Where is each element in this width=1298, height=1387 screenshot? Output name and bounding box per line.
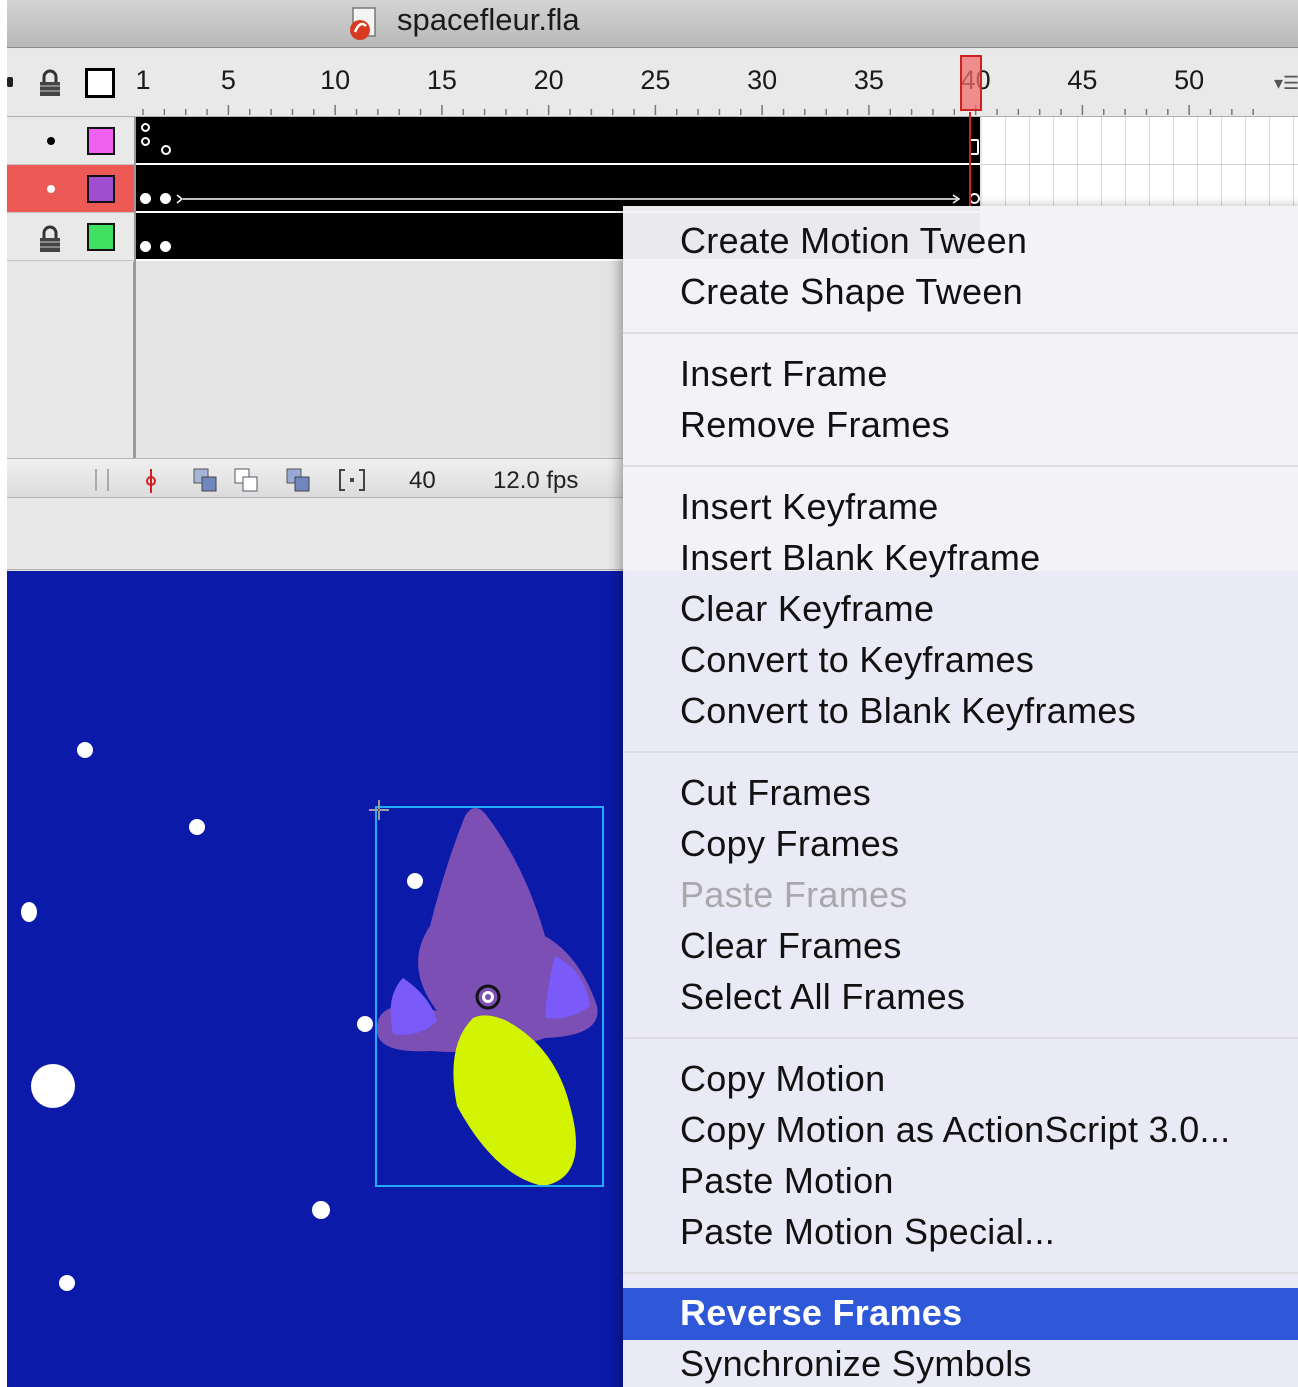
onion-skin-icon[interactable] (192, 467, 220, 493)
menu-item-reverse-frames[interactable]: Reverse Frames (680, 1292, 962, 1334)
menu-item-select-all-frames[interactable]: Select All Frames (680, 976, 965, 1018)
visibility-dot[interactable] (47, 137, 55, 145)
playhead[interactable] (960, 55, 982, 111)
menu-item-copy-motion-as-actionscript[interactable]: Copy Motion as ActionScript 3.0... (680, 1109, 1230, 1151)
timeline-ruler[interactable]: 15101520253035404550 ▾☰ (7, 49, 1298, 117)
menu-item-cut-frames[interactable]: Cut Frames (680, 772, 871, 814)
edit-multiple-frames-icon[interactable] (285, 467, 313, 493)
star (59, 1275, 75, 1291)
menu-item-remove-frames[interactable]: Remove Frames (680, 404, 950, 446)
menu-separator (623, 465, 1298, 467)
layer-outline-swatch[interactable] (87, 175, 115, 203)
keyframe-marker[interactable] (141, 137, 150, 146)
star (31, 1064, 75, 1108)
menu-item-paste-frames: Paste Frames (680, 874, 908, 915)
keyframe-marker[interactable] (160, 193, 171, 204)
star (357, 1016, 373, 1032)
resize-grip[interactable] (95, 469, 109, 491)
menu-separator (623, 751, 1298, 753)
ruler-frame-number: 25 (640, 65, 671, 95)
layer-outline-swatch[interactable] (87, 223, 115, 251)
star (77, 742, 93, 758)
menu-item-synchronize-symbols[interactable]: Synchronize Symbols (680, 1343, 1032, 1385)
ruler-frame-number: 30 (747, 65, 778, 95)
ruler-ticks (142, 105, 1254, 115)
menu-separator (623, 1272, 1298, 1274)
timeline-menu-icon[interactable]: ▾☰ (1274, 73, 1298, 94)
layer-outline-swatch[interactable] (87, 127, 115, 155)
title-bar: spacefleur.fla (7, 0, 1298, 48)
ruler-frame-number: 5 (220, 65, 236, 95)
ruler-frame-number: 1 (135, 65, 151, 95)
layer-row[interactable] (7, 117, 1298, 165)
ruler-frame-number: 45 (1067, 65, 1098, 95)
current-frame: 40 (409, 467, 436, 494)
timeline-context-menu[interactable]: Create Motion Tween Create Shape Tween I… (623, 206, 1298, 1387)
layer-divider (134, 117, 136, 497)
keyframe-marker[interactable] (140, 193, 151, 204)
selection-bounding-box[interactable] (375, 806, 604, 1187)
star (312, 1201, 330, 1219)
menu-item-insert-keyframe[interactable]: Insert Keyframe (680, 486, 939, 528)
window-title: spacefleur.fla (397, 2, 580, 37)
visibility-dot[interactable] (47, 185, 55, 193)
star (21, 902, 37, 922)
keyframe-marker[interactable] (161, 145, 171, 155)
outline-icon[interactable] (85, 68, 115, 98)
menu-separator (623, 1037, 1298, 1039)
flash-window: spacefleur.fla 15101520253035404550 ▾☰ (7, 0, 1298, 1387)
lock-icon[interactable] (37, 225, 63, 253)
menu-separator (623, 332, 1298, 334)
menu-item-clear-keyframe[interactable]: Clear Keyframe (680, 588, 934, 630)
menu-item-clear-frames[interactable]: Clear Frames (680, 925, 902, 967)
frame-rate[interactable]: 12.0 fps (493, 467, 578, 495)
fla-document-icon (350, 7, 376, 40)
menu-item-insert-blank-keyframe[interactable]: Insert Blank Keyframe (680, 537, 1040, 579)
keyframe-marker[interactable] (160, 241, 171, 252)
menu-item-copy-motion[interactable]: Copy Motion (680, 1058, 885, 1100)
menu-item-convert-to-keyframes[interactable]: Convert to Keyframes (680, 639, 1034, 681)
keyframe-marker[interactable] (141, 123, 150, 132)
ruler-frame-number: 20 (533, 65, 564, 95)
ruler-frame-number: 50 (1174, 65, 1205, 95)
frame-span[interactable] (135, 117, 980, 165)
menu-item-copy-frames[interactable]: Copy Frames (680, 823, 899, 865)
menu-item-paste-motion-special[interactable]: Paste Motion Special... (680, 1211, 1055, 1253)
registration-point-icon (369, 800, 389, 820)
layer-list-empty (7, 262, 135, 458)
onion-skin-outlines-icon[interactable] (233, 467, 261, 493)
playhead-line (969, 112, 971, 208)
empty-frames[interactable] (982, 117, 1298, 165)
menu-item-create-motion-tween[interactable]: Create Motion Tween (680, 220, 1027, 262)
keyframe-marker[interactable] (140, 241, 151, 252)
star (189, 819, 205, 835)
menu-item-paste-motion[interactable]: Paste Motion (680, 1160, 894, 1202)
ruler-frame-number: 15 (426, 65, 457, 95)
ruler-frame-number: 10 (320, 65, 351, 95)
menu-item-convert-to-blank-keyframes[interactable]: Convert to Blank Keyframes (680, 690, 1136, 732)
menu-item-create-shape-tween[interactable]: Create Shape Tween (680, 271, 1023, 313)
modify-onion-markers-icon[interactable] (337, 467, 367, 493)
center-frame-icon[interactable] (143, 467, 159, 495)
tween-arrow (176, 194, 961, 204)
eye-icon[interactable] (7, 77, 13, 87)
ruler-frame-number: 35 (853, 65, 884, 95)
lock-icon[interactable] (37, 69, 63, 97)
menu-item-insert-frame[interactable]: Insert Frame (680, 353, 888, 395)
